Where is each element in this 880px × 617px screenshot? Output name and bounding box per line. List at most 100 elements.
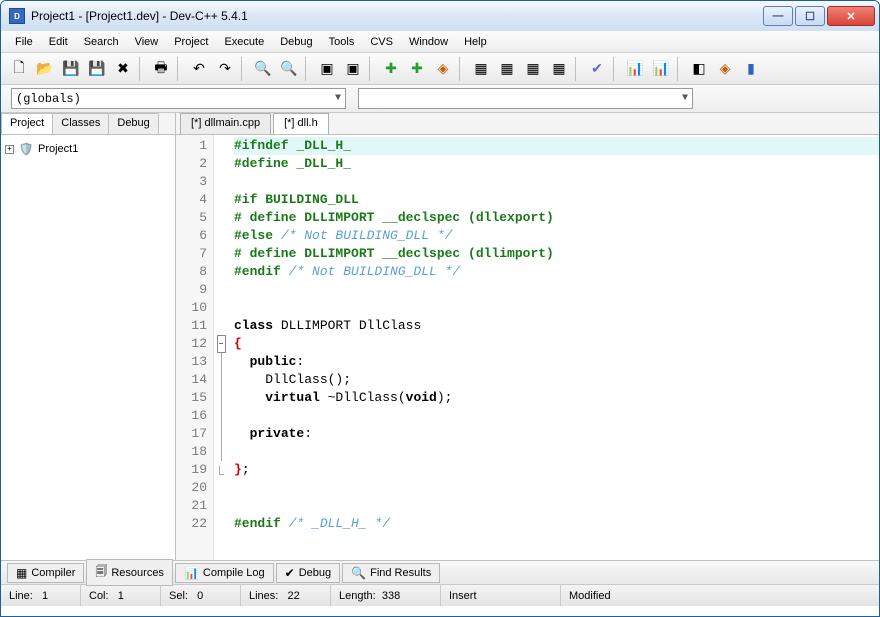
print-button[interactable]: 🖶 — [149, 57, 173, 81]
maximize-button[interactable]: ☐ — [795, 6, 825, 26]
code-line[interactable]: #endif /* Not BUILDING_DLL */ — [234, 263, 879, 281]
code-line[interactable]: DllClass(); — [234, 371, 879, 389]
minimize-button[interactable]: — — [763, 6, 793, 26]
code-line[interactable]: }; — [234, 461, 879, 479]
bottom-tab-resources[interactable]: 🗐Resources — [86, 559, 173, 586]
status-col: Col: 1 — [81, 585, 161, 606]
bottom-tab-compiler[interactable]: ▦Compiler — [7, 563, 84, 583]
menu-edit[interactable]: Edit — [41, 33, 76, 51]
chart2-button[interactable]: 📊 — [649, 57, 673, 81]
menu-execute[interactable]: Execute — [216, 33, 272, 51]
code-line[interactable]: private: — [234, 425, 879, 443]
redo-button[interactable]: ↷ — [213, 57, 237, 81]
chart1-button[interactable]: 📊 — [623, 57, 647, 81]
separator — [575, 57, 581, 81]
compile-button[interactable]: ▣ — [315, 57, 339, 81]
code-line[interactable] — [234, 173, 879, 191]
file-tab[interactable]: [*] dll.h — [273, 113, 329, 134]
bookmark-button[interactable]: ◈ — [713, 57, 737, 81]
run-button[interactable]: ▣ — [341, 57, 365, 81]
code-line[interactable]: #else /* Not BUILDING_DLL */ — [234, 227, 879, 245]
remove-file-button[interactable]: ◈ — [431, 57, 455, 81]
left-tab-project[interactable]: Project — [1, 113, 53, 134]
code-editor[interactable]: 12345678910111213141516171819202122 − #i… — [176, 135, 879, 560]
menu-debug[interactable]: Debug — [272, 33, 320, 51]
code-line[interactable] — [234, 299, 879, 317]
check-button[interactable]: ✔ — [585, 57, 609, 81]
code-line[interactable]: #if BUILDING_DLL — [234, 191, 879, 209]
window-title: Project1 - [Project1.dev] - Dev-C++ 5.4.… — [31, 9, 763, 23]
left-tab-debug[interactable]: Debug — [108, 113, 158, 134]
menu-cvs[interactable]: CVS — [362, 33, 401, 51]
status-insert: Insert — [441, 585, 561, 606]
project-name: Project1 — [38, 143, 78, 155]
combo-row: (globals) ▼ ▼ — [1, 85, 879, 113]
grid4-button[interactable]: ▦ — [547, 57, 571, 81]
expand-icon[interactable]: + — [5, 145, 14, 154]
code-line[interactable]: #define _DLL_H_ — [234, 155, 879, 173]
code-lines[interactable]: #ifndef _DLL_H_#define _DLL_H_ #if BUILDI… — [228, 135, 879, 560]
toolbar: 🗋 📂 💾 💾 ✖ 🖶 ↶ ↷ 🔍 🔍 ▣ ▣ ✚ ✚ ◈ ▦ ▦ ▦ ▦ ✔ … — [1, 53, 879, 85]
code-line[interactable]: class DLLIMPORT DllClass — [234, 317, 879, 335]
code-line[interactable]: #endif /* _DLL_H_ */ — [234, 515, 879, 533]
separator — [139, 57, 145, 81]
menu-search[interactable]: Search — [76, 33, 127, 51]
code-line[interactable]: # define DLLIMPORT __declspec (dllimport… — [234, 245, 879, 263]
code-line[interactable]: #ifndef _DLL_H_ — [234, 137, 879, 155]
code-line[interactable] — [234, 443, 879, 461]
tree-root-item[interactable]: + 🛡️ Project1 — [5, 141, 171, 157]
close-file-button[interactable]: ✖ — [111, 57, 135, 81]
left-panel: ProjectClassesDebug + 🛡️ Project1 — [1, 113, 176, 560]
save-all-button[interactable]: 💾 — [85, 57, 109, 81]
fold-column: − — [214, 135, 228, 560]
save-button[interactable]: 💾 — [59, 57, 83, 81]
grid3-button[interactable]: ▦ — [521, 57, 545, 81]
code-line[interactable]: # define DLLIMPORT __declspec (dllexport… — [234, 209, 879, 227]
debug-icon: ✔ — [285, 566, 295, 580]
fold-toggle[interactable]: − — [217, 335, 226, 353]
bottom-tab-compile-log[interactable]: 📊Compile Log — [175, 563, 274, 583]
scope-combo[interactable]: (globals) ▼ — [11, 88, 346, 109]
main-area: ProjectClassesDebug + 🛡️ Project1 [*] dl… — [1, 113, 879, 560]
code-line[interactable] — [234, 479, 879, 497]
code-line[interactable]: { — [234, 335, 879, 353]
menu-file[interactable]: File — [7, 33, 41, 51]
goto-button[interactable]: ◧ — [687, 57, 711, 81]
menu-project[interactable]: Project — [166, 33, 216, 51]
resources-icon: 🗐 — [95, 562, 107, 583]
file-tab[interactable]: [*] dllmain.cpp — [180, 113, 271, 134]
chevron-down-icon: ▼ — [335, 93, 341, 104]
editor-area: [*] dllmain.cpp[*] dll.h 123456789101112… — [176, 113, 879, 560]
titlebar: D Project1 - [Project1.dev] - Dev-C++ 5.… — [1, 1, 879, 31]
menu-view[interactable]: View — [127, 33, 167, 51]
separator — [241, 57, 247, 81]
status-lines: Lines: 22 — [241, 585, 331, 606]
new-file-button[interactable]: 🗋 — [7, 57, 31, 81]
find-button[interactable]: 🔍 — [251, 57, 275, 81]
menu-help[interactable]: Help — [456, 33, 495, 51]
undo-button[interactable]: ↶ — [187, 57, 211, 81]
left-tab-classes[interactable]: Classes — [52, 113, 109, 134]
compile-log-icon: 📊 — [184, 566, 199, 580]
help-button[interactable]: ▮ — [739, 57, 763, 81]
code-line[interactable]: public: — [234, 353, 879, 371]
replace-button[interactable]: 🔍 — [277, 57, 301, 81]
grid2-button[interactable]: ▦ — [495, 57, 519, 81]
code-line[interactable] — [234, 281, 879, 299]
new-project-button[interactable]: ✚ — [379, 57, 403, 81]
project-tree[interactable]: + 🛡️ Project1 — [1, 135, 175, 560]
code-line[interactable] — [234, 407, 879, 425]
code-line[interactable] — [234, 497, 879, 515]
add-file-button[interactable]: ✚ — [405, 57, 429, 81]
grid1-button[interactable]: ▦ — [469, 57, 493, 81]
member-combo[interactable]: ▼ — [358, 88, 693, 109]
code-line[interactable]: virtual ~DllClass(void); — [234, 389, 879, 407]
close-button[interactable]: ✕ — [827, 6, 875, 26]
open-button[interactable]: 📂 — [33, 57, 57, 81]
menu-window[interactable]: Window — [401, 33, 456, 51]
status-sel: Sel: 0 — [161, 585, 241, 606]
menu-tools[interactable]: Tools — [321, 33, 363, 51]
bottom-tab-find-results[interactable]: 🔍Find Results — [342, 563, 440, 583]
bottom-tab-debug[interactable]: ✔Debug — [276, 563, 340, 583]
compiler-icon: ▦ — [16, 566, 27, 580]
